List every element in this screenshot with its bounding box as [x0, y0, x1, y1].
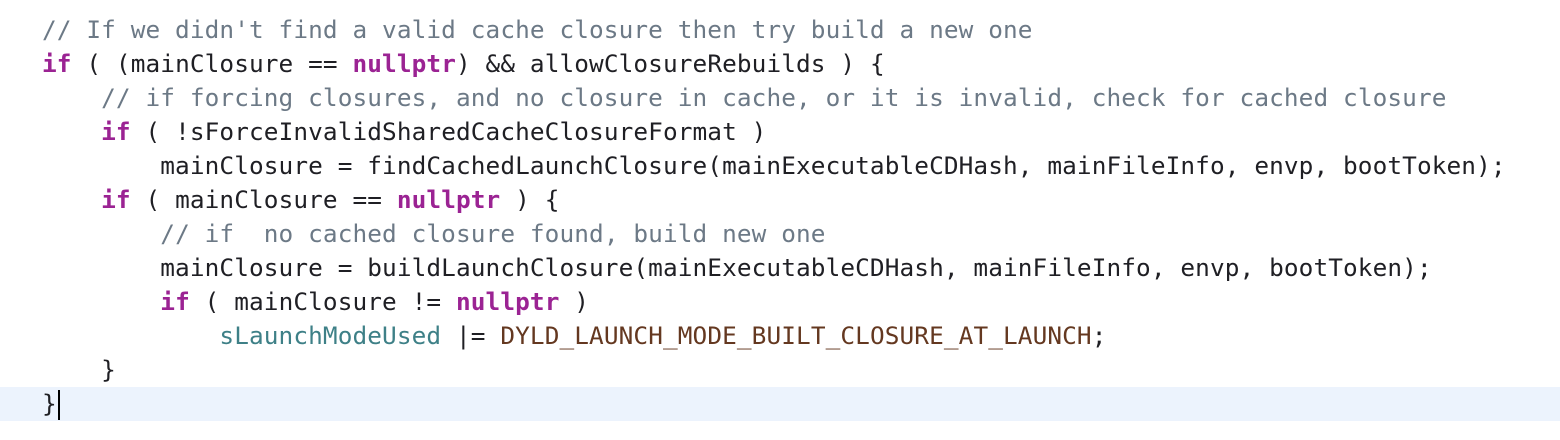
code-token-plain: ;	[1091, 321, 1107, 350]
code-token-keyword: nullptr	[455, 287, 560, 316]
code-token-plain: ( (mainClosure ==	[71, 49, 353, 78]
code-token-plain: }	[42, 389, 57, 418]
code-token-plain: ( mainClosure !=	[189, 287, 456, 316]
code-token-keyword: if	[42, 49, 72, 78]
code-token-plain: ) {	[500, 185, 560, 214]
code-token-plain: mainClosure = buildLaunchClosure(mainExe…	[42, 253, 1432, 282]
code-token-plain: ( !sForceInvalidSharedCacheClosureFormat…	[130, 117, 767, 146]
code-line[interactable]: if ( mainClosure != nullptr )	[0, 285, 1560, 319]
code-line[interactable]: }	[0, 387, 1560, 421]
code-token-keyword: if	[160, 287, 190, 316]
code-token-comment: // if no cached closure found, build new…	[160, 219, 826, 248]
text-cursor	[57, 390, 60, 420]
code-line[interactable]: mainClosure = findCachedLaunchClosure(ma…	[0, 149, 1560, 183]
code-token-plain: ( mainClosure ==	[130, 185, 397, 214]
code-token-keyword: if	[101, 117, 131, 146]
code-token-comment: // if forcing closures, and no closure i…	[101, 83, 1447, 112]
code-line[interactable]: mainClosure = buildLaunchClosure(mainExe…	[0, 251, 1560, 285]
code-token-keyword: nullptr	[352, 49, 456, 78]
code-line[interactable]: }	[0, 353, 1560, 387]
code-token-keyword: nullptr	[396, 185, 501, 214]
code-token-plain: |=	[441, 321, 501, 350]
code-token-comment: // If we didn't find a valid cache closu…	[42, 15, 1033, 44]
code-line[interactable]: if ( !sForceInvalidSharedCacheClosureFor…	[0, 115, 1560, 149]
code-line[interactable]: sLaunchModeUsed |= DYLD_LAUNCH_MODE_BUIL…	[0, 319, 1560, 353]
code-line[interactable]: // if forcing closures, and no closure i…	[0, 81, 1560, 115]
code-token-plain: )	[559, 287, 590, 316]
code-token-var: sLaunchModeUsed	[219, 321, 442, 350]
code-line[interactable]: // If we didn't find a valid cache closu…	[0, 13, 1560, 47]
code-token-plain: }	[42, 355, 116, 384]
code-token-keyword: if	[101, 185, 131, 214]
code-token-plain: mainClosure = findCachedLaunchClosure(ma…	[42, 151, 1506, 180]
code-token-macro: DYLD_LAUNCH_MODE_BUILT_CLOSURE_AT_LAUNCH	[500, 321, 1092, 350]
code-line[interactable]: // if no cached closure found, build new…	[0, 217, 1560, 251]
code-line[interactable]: if ( (mainClosure == nullptr) && allowCl…	[0, 47, 1560, 81]
code-line[interactable]: if ( mainClosure == nullptr ) {	[0, 183, 1560, 217]
code-token-plain: ) && allowClosureRebuilds ) {	[455, 49, 885, 78]
code-editor[interactable]: // If we didn't find a valid cache closu…	[0, 13, 1560, 421]
